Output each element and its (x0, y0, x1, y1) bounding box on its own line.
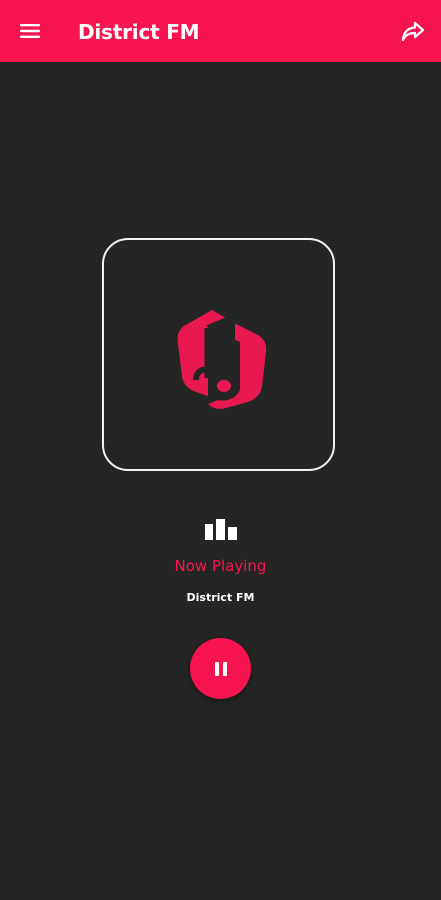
music-note-logo-icon (177, 310, 267, 409)
pause-button[interactable] (190, 638, 251, 699)
equalizer-bars-icon (205, 519, 237, 540)
share-arrow-icon (401, 21, 425, 42)
share-button[interactable] (395, 13, 431, 49)
station-name: District FM (186, 591, 255, 604)
menu-button[interactable] (12, 13, 48, 49)
now-playing-label: Now Playing (174, 557, 267, 575)
app-bar: District FM (0, 0, 441, 62)
station-artwork-frame (102, 238, 335, 471)
hamburger-menu-icon (20, 24, 40, 38)
app-title: District FM (78, 20, 200, 44)
pause-icon (214, 661, 227, 676)
